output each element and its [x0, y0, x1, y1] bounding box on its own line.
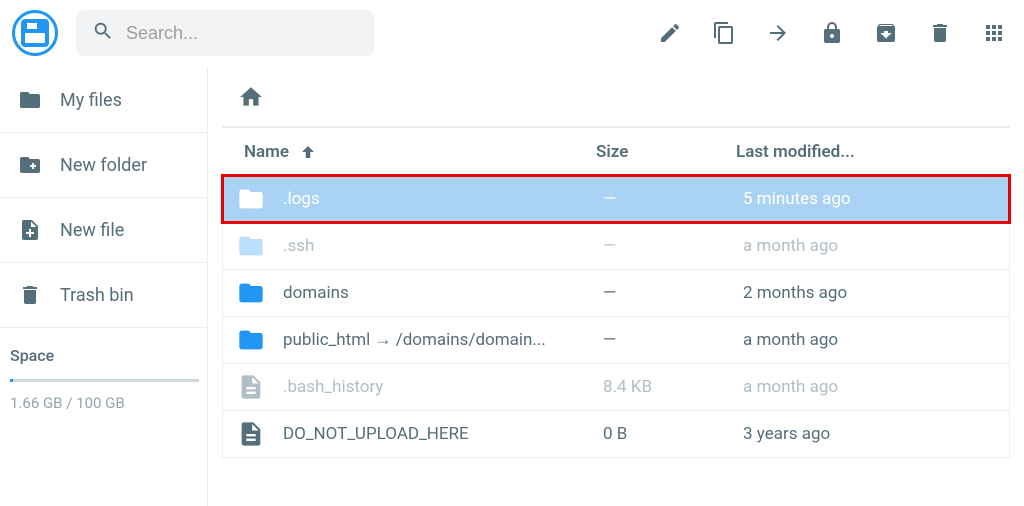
- file-listing: Name Size Last modified... .logs — 5 min…: [222, 128, 1010, 506]
- main-panel: Name Size Last modified... .logs — 5 min…: [208, 68, 1024, 506]
- search-icon: [92, 20, 114, 46]
- column-header-modified[interactable]: Last modified...: [736, 142, 996, 162]
- file-row[interactable]: domains — 2 months ago: [222, 269, 1010, 317]
- file-icon: [237, 420, 265, 448]
- file-row[interactable]: DO_NOT_UPLOAD_HERE 0 B 3 years ago: [222, 410, 1010, 458]
- permissions-icon[interactable]: [820, 21, 844, 45]
- column-header-size[interactable]: Size: [596, 142, 736, 162]
- archive-icon[interactable]: [874, 21, 898, 45]
- file-size: —: [603, 189, 743, 209]
- trash-icon: [18, 283, 42, 307]
- sidebar-item-new-folder[interactable]: New folder: [0, 133, 207, 198]
- folder-icon: [237, 326, 265, 354]
- space-bar: [10, 379, 199, 382]
- file-row[interactable]: .bash_history 8.4 KB a month ago: [222, 363, 1010, 411]
- space-label: Space: [10, 346, 199, 365]
- sidebar-item-new-file[interactable]: New file: [0, 198, 207, 263]
- file-size: 0 B: [603, 424, 743, 444]
- sidebar-item-trash[interactable]: Trash bin: [0, 263, 207, 328]
- file-modified: a month ago: [743, 236, 995, 256]
- file-modified: a month ago: [743, 330, 995, 350]
- topbar: [0, 0, 1024, 68]
- file-name: domains: [283, 283, 603, 303]
- sidebar-item-label: My files: [60, 90, 122, 111]
- file-name: public_html → /domains/domain...: [283, 330, 603, 350]
- file-name: DO_NOT_UPLOAD_HERE: [283, 424, 603, 444]
- file-name: .bash_history: [283, 377, 603, 397]
- sidebar: My files New folder New file Trash bin: [0, 68, 208, 506]
- file-modified: a month ago: [743, 377, 995, 397]
- home-icon[interactable]: [238, 84, 264, 110]
- delete-icon[interactable]: [928, 21, 952, 45]
- folder-icon: [18, 88, 42, 112]
- file-name: .logs: [283, 189, 603, 209]
- copy-icon[interactable]: [712, 21, 736, 45]
- toolbar: [658, 21, 1006, 45]
- app-logo[interactable]: [12, 10, 58, 56]
- file-modified: 2 months ago: [743, 283, 995, 303]
- sidebar-item-label: New file: [60, 220, 124, 241]
- listing-header: Name Size Last modified...: [222, 128, 1010, 176]
- space-section: Space 1.66 GB / 100 GB: [0, 328, 207, 420]
- file-modified: 3 years ago: [743, 424, 995, 444]
- sidebar-item-my-files[interactable]: My files: [0, 68, 207, 133]
- folder-icon: [237, 185, 265, 213]
- space-bar-fill: [10, 379, 13, 382]
- file-row[interactable]: public_html → /domains/domain... — a mon…: [222, 316, 1010, 364]
- file-size: 8.4 KB: [603, 377, 743, 397]
- file-row[interactable]: .ssh — a month ago: [222, 222, 1010, 270]
- breadcrumb: [222, 68, 1010, 128]
- file-modified: 5 minutes ago: [743, 189, 995, 209]
- folder-icon: [237, 279, 265, 307]
- file-row[interactable]: .logs — 5 minutes ago: [222, 175, 1010, 223]
- file-size: —: [603, 330, 743, 350]
- sort-ascending-icon: [299, 143, 317, 161]
- column-header-name[interactable]: Name: [236, 142, 596, 162]
- file-size: —: [603, 283, 743, 303]
- space-usage-text: 1.66 GB / 100 GB: [10, 394, 199, 412]
- search-box[interactable]: [76, 10, 374, 56]
- file-size: —: [603, 236, 743, 256]
- folder-icon: [237, 232, 265, 260]
- file-icon: [237, 373, 265, 401]
- search-input[interactable]: [126, 23, 358, 44]
- sidebar-item-label: Trash bin: [60, 285, 134, 306]
- new-folder-icon: [18, 153, 42, 177]
- rename-icon[interactable]: [658, 21, 682, 45]
- grid-view-icon[interactable]: [982, 21, 1006, 45]
- file-name: .ssh: [283, 236, 603, 256]
- move-icon[interactable]: [766, 21, 790, 45]
- new-file-icon: [18, 218, 42, 242]
- sidebar-item-label: New folder: [60, 155, 147, 176]
